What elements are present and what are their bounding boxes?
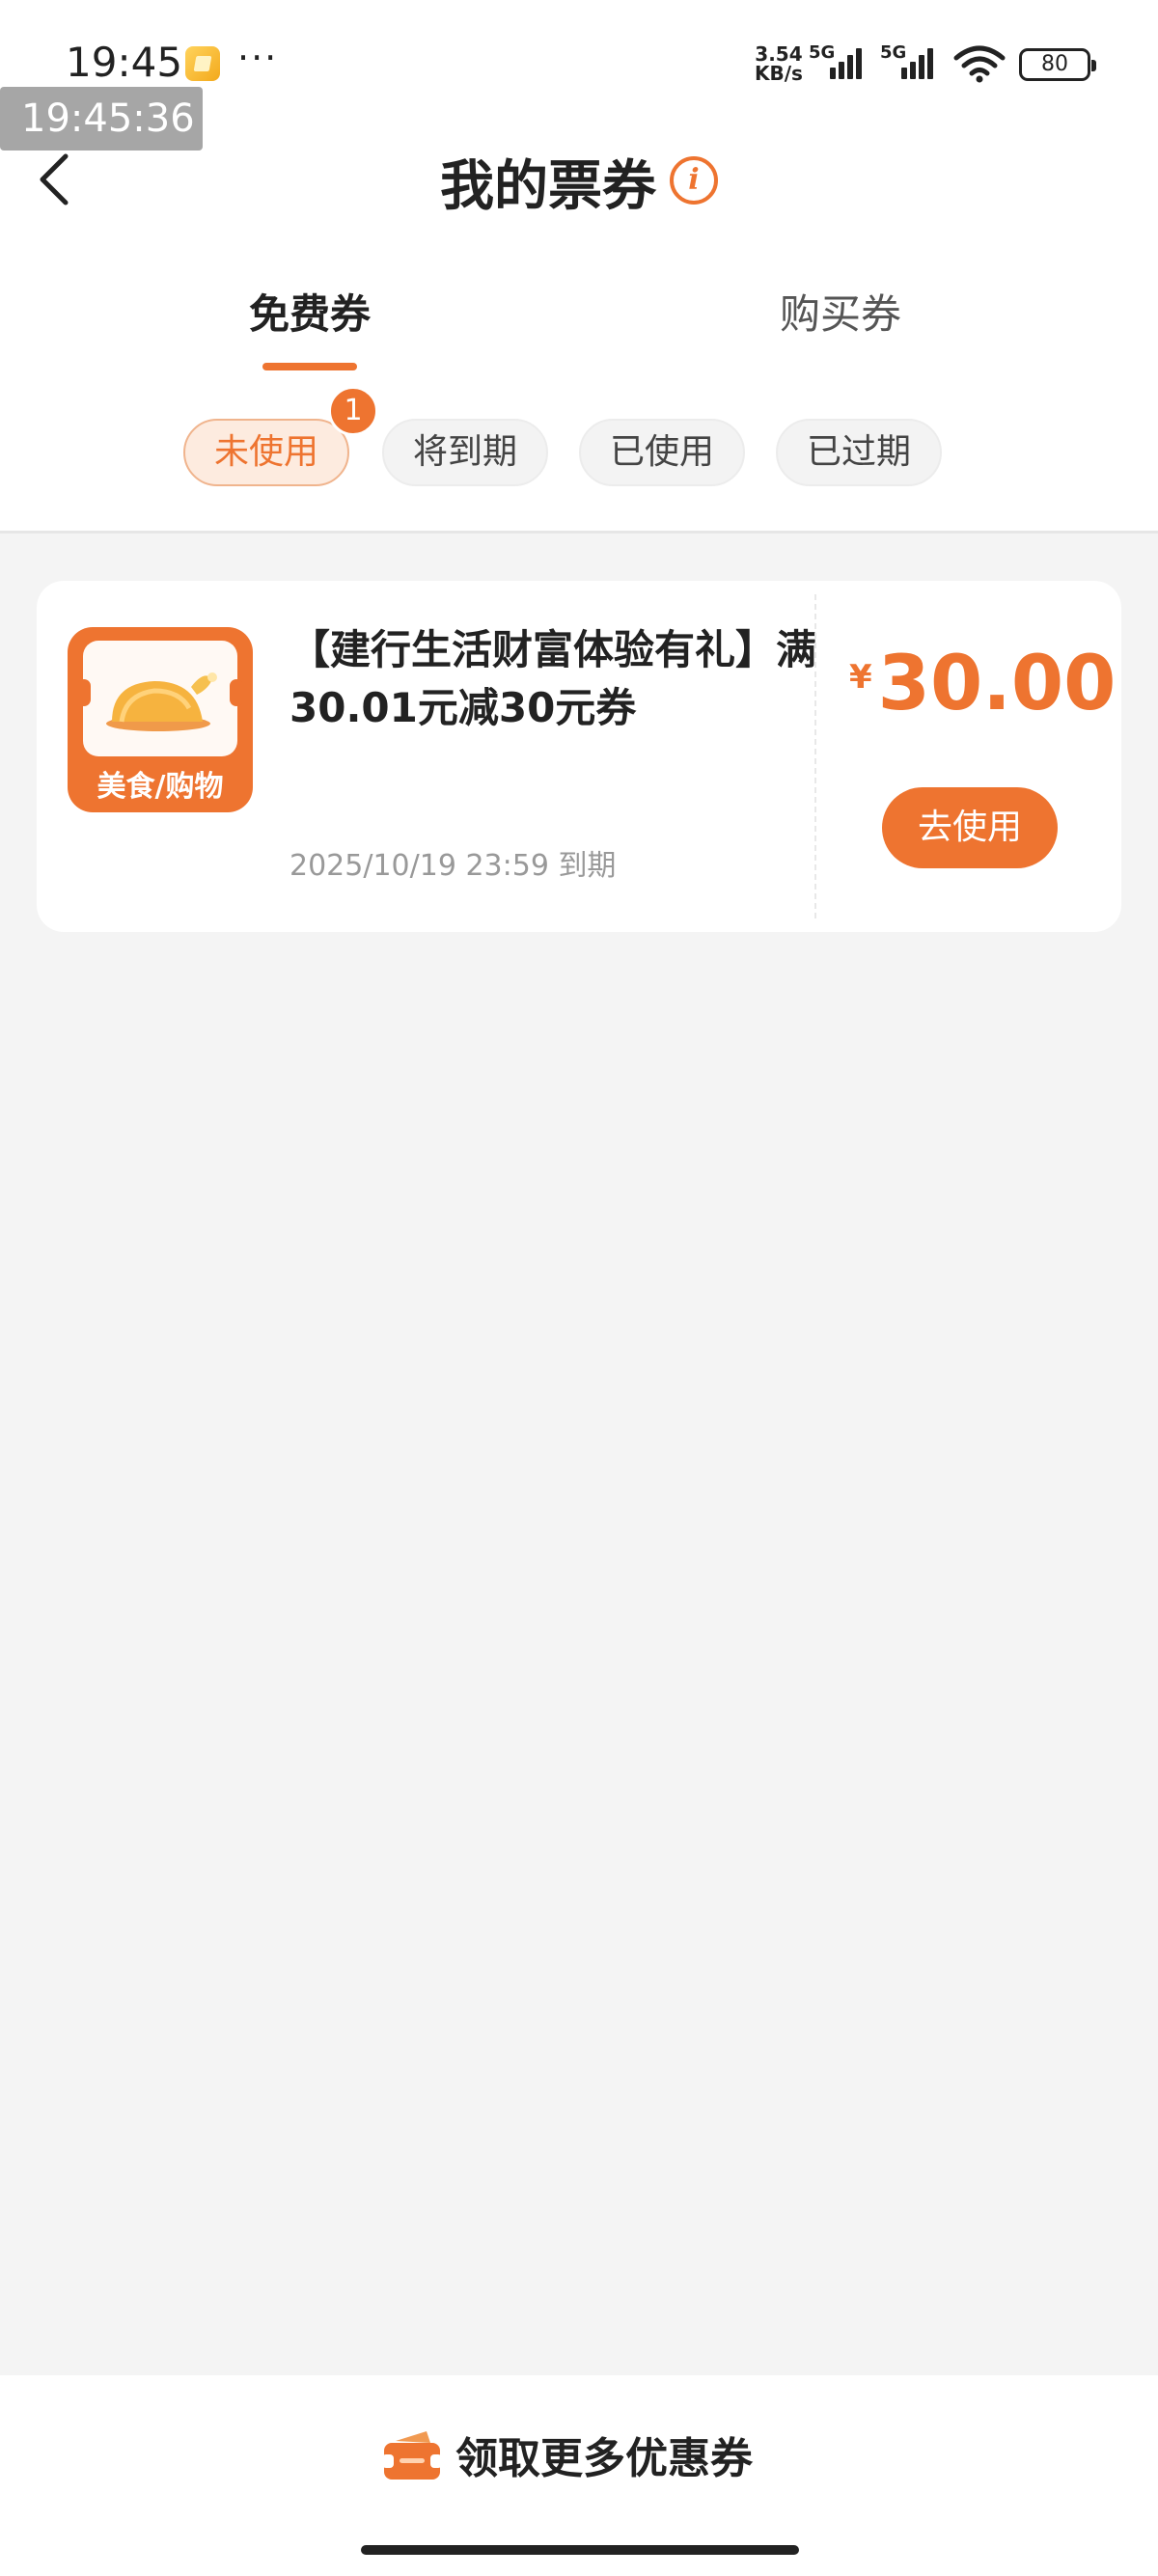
signal-sim1-icon: 5G (809, 42, 867, 81)
back-arrow-icon[interactable] (35, 151, 73, 208)
header-divider (0, 531, 1158, 534)
coupon-category-image: 美食/购物 (68, 627, 253, 812)
info-icon[interactable]: i (670, 156, 718, 205)
coupon-category-label: 美食/购物 (96, 770, 224, 804)
coupon-title: 【建行生活财富体验有礼】满30.01元减30元券 (290, 626, 817, 731)
filter-used[interactable]: 已使用 (579, 419, 745, 486)
sim1-network-label: 5G (809, 42, 836, 63)
status-time: 19:45 (66, 39, 183, 86)
sim2-network-label: 5G (880, 42, 907, 63)
network-speed-value: 3.54 (755, 42, 803, 66)
screen-time-overlay: 19:45:36 (0, 87, 203, 151)
tab-purchased-coupons[interactable]: 购买券 (780, 282, 901, 341)
home-indicator[interactable] (361, 2545, 799, 2555)
coupon-expiry: 2025/10/19 23:59 到期 (290, 849, 617, 883)
get-more-coupons-label: 领取更多优惠券 (455, 2434, 753, 2483)
filter-unused[interactable]: 未使用 (183, 419, 349, 486)
tab-free-coupons[interactable]: 免费券 (249, 282, 371, 341)
filter-expiring[interactable]: 将到期 (382, 419, 548, 486)
notes-app-icon (185, 46, 220, 81)
coupon-amount: ¥30.00 (849, 641, 1129, 727)
coupon-ticket-shape (77, 641, 243, 756)
coupon-value: 30.00 (877, 641, 1117, 727)
active-tab-indicator (262, 363, 357, 370)
status-more-icon: ··· (237, 37, 279, 79)
coupon-card[interactable]: 美食/购物 【建行生活财富体验有礼】满30.01元减30元券 2025/10/1… (37, 581, 1121, 932)
filter-expired[interactable]: 已过期 (776, 419, 942, 486)
battery-icon: 80 (1019, 48, 1096, 81)
coupon-wallet-icon (382, 2431, 442, 2480)
signal-sim2-icon: 5G (880, 42, 944, 81)
currency-symbol: ¥ (849, 658, 872, 697)
page-title: 我的票券 (440, 155, 656, 218)
bottom-bar: 领取更多优惠券 (0, 2375, 1158, 2576)
wifi-icon (953, 45, 1006, 83)
use-coupon-button[interactable]: 去使用 (882, 787, 1058, 868)
network-speed-unit: KB/s (755, 62, 803, 85)
coupon-divider (814, 594, 816, 918)
get-more-coupons-link[interactable]: 领取更多优惠券 (382, 2424, 753, 2485)
roast-chicken-icon (106, 672, 217, 731)
unused-count-badge: 1 (328, 386, 378, 436)
network-speed: 3.54 KB/s (755, 44, 803, 83)
